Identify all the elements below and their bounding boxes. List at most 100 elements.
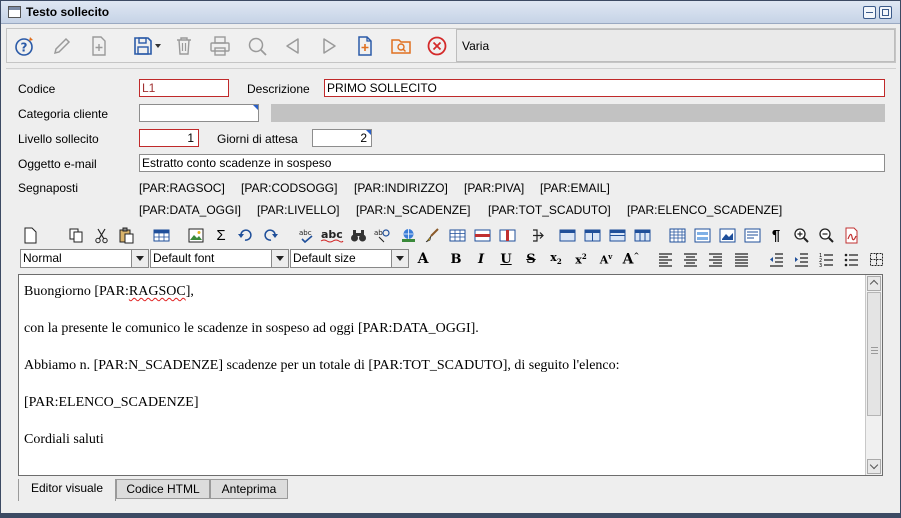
increase-font-button[interactable]: A^ (621, 249, 641, 269)
close-button[interactable] (424, 33, 450, 59)
undo-button[interactable] (235, 225, 255, 245)
copy-button[interactable] (66, 225, 86, 245)
underline-button[interactable]: U (496, 249, 516, 269)
bulleted-list-icon (844, 253, 858, 266)
split-cells-button[interactable] (582, 225, 602, 245)
justify-button[interactable] (731, 249, 751, 269)
search-button[interactable] (244, 33, 270, 59)
folder-search-button[interactable] (388, 33, 414, 59)
subscript-button[interactable]: x2 (546, 249, 566, 269)
placeholder-codsogg[interactable]: [PAR:CODSOGG] (241, 181, 337, 195)
editor-line: con la presente le comunico le scadenze … (24, 321, 479, 336)
paragraph-style-select[interactable]: Normal (20, 249, 149, 268)
bulleted-list-button[interactable] (841, 249, 861, 269)
show-marks-button[interactable]: ¶ (766, 225, 786, 245)
new-button[interactable] (86, 33, 112, 59)
codice-field[interactable]: L1 (139, 79, 229, 97)
indent-button[interactable] (791, 249, 811, 269)
placeholder-elenco-scadenze[interactable]: [PAR:ELENCO_SCADENZE] (627, 203, 782, 217)
paste-button[interactable] (116, 225, 136, 245)
superscript-button[interactable]: x2 (571, 249, 591, 269)
placeholder-piva[interactable]: [PAR:PIVA] (464, 181, 524, 195)
grid-button[interactable] (667, 225, 687, 245)
link-button[interactable] (398, 225, 418, 245)
insert-image-button[interactable] (186, 225, 206, 245)
cell-props-button[interactable] (557, 225, 577, 245)
decrease-font-button[interactable]: Av (596, 249, 616, 269)
align-left-button[interactable] (655, 249, 675, 269)
strikethrough-icon: S (526, 251, 536, 267)
help-button[interactable]: ? (12, 33, 38, 59)
replace-button[interactable]: ab (372, 225, 392, 245)
delete-row-button[interactable] (607, 225, 627, 245)
minimize-button[interactable] (863, 6, 876, 19)
oggetto-field[interactable]: Estratto conto scadenze in sospeso (139, 154, 885, 172)
previous-button[interactable] (280, 33, 306, 59)
table-props-button[interactable] (447, 225, 467, 245)
maximize-button[interactable] (879, 6, 892, 19)
merge-cells-button[interactable] (529, 225, 549, 245)
giorni-field[interactable]: 2 (312, 129, 372, 147)
insert-column-button[interactable] (497, 225, 517, 245)
delete-column-button[interactable] (632, 225, 652, 245)
varia-panel[interactable]: Varia (456, 29, 895, 62)
print-button[interactable] (207, 33, 233, 59)
align-right-button[interactable] (705, 249, 725, 269)
placeholder-indirizzo[interactable]: [PAR:INDIRIZZO] (354, 181, 448, 195)
cut-button[interactable] (91, 225, 111, 245)
categoria-field[interactable] (139, 104, 259, 122)
export-pdf-button[interactable] (841, 225, 861, 245)
save-button[interactable] (129, 33, 163, 59)
next-button[interactable] (316, 33, 342, 59)
italic-button[interactable]: I (471, 249, 491, 269)
template-button[interactable] (742, 225, 762, 245)
font-family-select[interactable]: Default font (150, 249, 289, 268)
numbered-list-button[interactable]: 123 (816, 249, 836, 269)
tab-codice-html[interactable]: Codice HTML (116, 479, 210, 499)
edit-button[interactable] (49, 33, 75, 59)
placeholder-tot-scaduto[interactable]: [PAR:TOT_SCADUTO] (488, 203, 611, 217)
scroll-down-button[interactable] (867, 459, 881, 474)
zoom-in-button[interactable] (791, 225, 811, 245)
paste-icon (119, 227, 133, 243)
redo-button[interactable] (260, 225, 280, 245)
align-center-button[interactable] (680, 249, 700, 269)
editor-content[interactable]: Buongiorno [PAR:RAGSOC], con la presente… (24, 283, 854, 468)
spelling-button[interactable]: abc (320, 225, 344, 245)
clean-format-button[interactable] (422, 225, 442, 245)
insert-row-button[interactable] (472, 225, 492, 245)
tab-anteprima[interactable]: Anteprima (210, 479, 288, 499)
vertical-scrollbar[interactable] (865, 275, 882, 475)
zoom-out-button[interactable] (816, 225, 836, 245)
font-color-button[interactable]: A (413, 249, 433, 269)
placeholder-data-oggi[interactable]: [PAR:DATA_OGGI] (139, 203, 241, 217)
oggetto-label: Oggetto e-mail (18, 157, 97, 171)
image-map-button[interactable] (717, 225, 737, 245)
new-page-button[interactable] (20, 225, 40, 245)
scissors-icon (94, 228, 108, 243)
descrizione-field[interactable]: PRIMO SOLLECITO (324, 79, 885, 97)
add-document-button[interactable] (352, 33, 378, 59)
border-button[interactable] (866, 249, 886, 269)
editor-line: Abbiamo n. [PAR:N_SCADENZE] scadenze per… (24, 358, 620, 373)
livello-field[interactable]: 1 (139, 129, 199, 147)
find-button[interactable] (348, 225, 368, 245)
bold-button[interactable]: B (446, 249, 466, 269)
font-size-select[interactable]: Default size (290, 249, 409, 268)
placeholder-ragsoc[interactable]: [PAR:RAGSOC] (139, 181, 225, 195)
strikethrough-button[interactable]: S (521, 249, 541, 269)
placeholder-livello[interactable]: [PAR:LIVELLO] (257, 203, 339, 217)
placeholder-email[interactable]: [PAR:EMAIL] (540, 181, 610, 195)
form-button[interactable] (692, 225, 712, 245)
spell-check-button[interactable]: abc (296, 225, 316, 245)
visual-editor[interactable]: Buongiorno [PAR:RAGSOC], con la presente… (18, 274, 883, 476)
placeholder-n-scadenze[interactable]: [PAR:N_SCADENZE] (356, 203, 470, 217)
codice-label: Codice (18, 82, 56, 96)
tab-editor-visuale[interactable]: Editor visuale (18, 479, 116, 501)
outdent-button[interactable] (766, 249, 786, 269)
formula-button[interactable]: Σ (211, 225, 231, 245)
delete-button[interactable] (171, 33, 197, 59)
scroll-thumb[interactable] (867, 292, 881, 416)
table-button[interactable] (151, 225, 171, 245)
scroll-up-button[interactable] (867, 276, 881, 291)
